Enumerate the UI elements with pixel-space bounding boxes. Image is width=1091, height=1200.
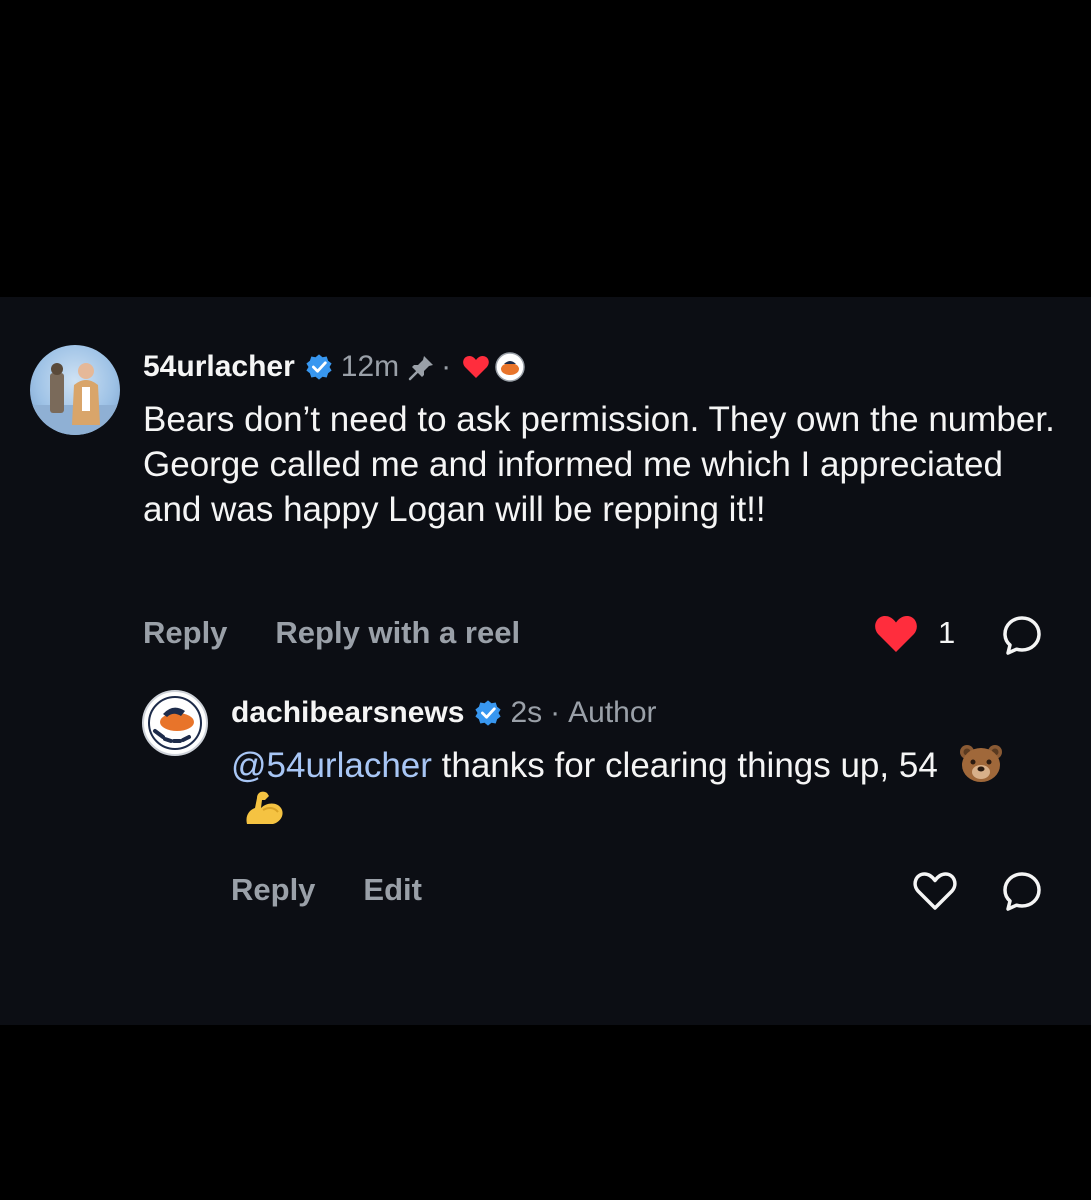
edit-button[interactable]: Edit — [363, 872, 422, 908]
comment-username[interactable]: 54urlacher — [143, 350, 295, 384]
comment-bubble-icon[interactable] — [1000, 869, 1044, 913]
heart-filled-icon[interactable] — [873, 614, 919, 654]
reply-body-text: thanks for clearing things up, 54 — [431, 746, 938, 785]
author-label: Author — [568, 696, 657, 729]
comment-body: Bears don’t need to ask permission. They… — [143, 400, 1055, 529]
reply-actions: Reply Edit — [231, 868, 422, 912]
comment-panel: 54urlacher 12m · Bears don’t need to ask… — [0, 297, 1091, 1025]
verified-badge-icon — [475, 700, 502, 726]
comment-actions: Reply Reply with a reel — [143, 611, 520, 655]
hall-of-fame-photo-icon — [30, 363, 120, 435]
like-count: 1 — [938, 615, 956, 650]
reply-button[interactable]: Reply — [231, 872, 315, 908]
reply-username[interactable]: dachibearsnews — [231, 696, 464, 730]
mention-link[interactable]: @54urlacher — [231, 746, 432, 785]
comment-time: 12m — [340, 350, 400, 383]
reply-body: @54urlacher thanks for clearing things u… — [231, 743, 1051, 833]
reply-time: 2s — [510, 696, 543, 729]
avatar-dachibearsnews[interactable] — [141, 689, 209, 757]
separator-dot: · — [441, 350, 452, 383]
comment-bubble-icon[interactable] — [1000, 613, 1044, 657]
flexed-biceps-emoji — [246, 791, 283, 824]
comment-header: 54urlacher 12m · — [143, 345, 525, 389]
bear-face-emoji — [959, 745, 1002, 782]
avatar-54urlacher[interactable] — [30, 345, 120, 435]
reply-with-reel-button[interactable]: Reply with a reel — [275, 615, 520, 651]
separator-dot: · — [550, 696, 561, 729]
verified-badge-icon — [306, 354, 332, 380]
creator-avatar-icon — [495, 352, 525, 382]
pin-icon — [408, 356, 434, 381]
creator-liked-heart-icon — [463, 356, 489, 378]
reply-header: dachibearsnews 2s · Author — [231, 691, 657, 735]
reply-button[interactable]: Reply — [143, 615, 227, 651]
heart-outline-icon[interactable] — [912, 870, 958, 912]
